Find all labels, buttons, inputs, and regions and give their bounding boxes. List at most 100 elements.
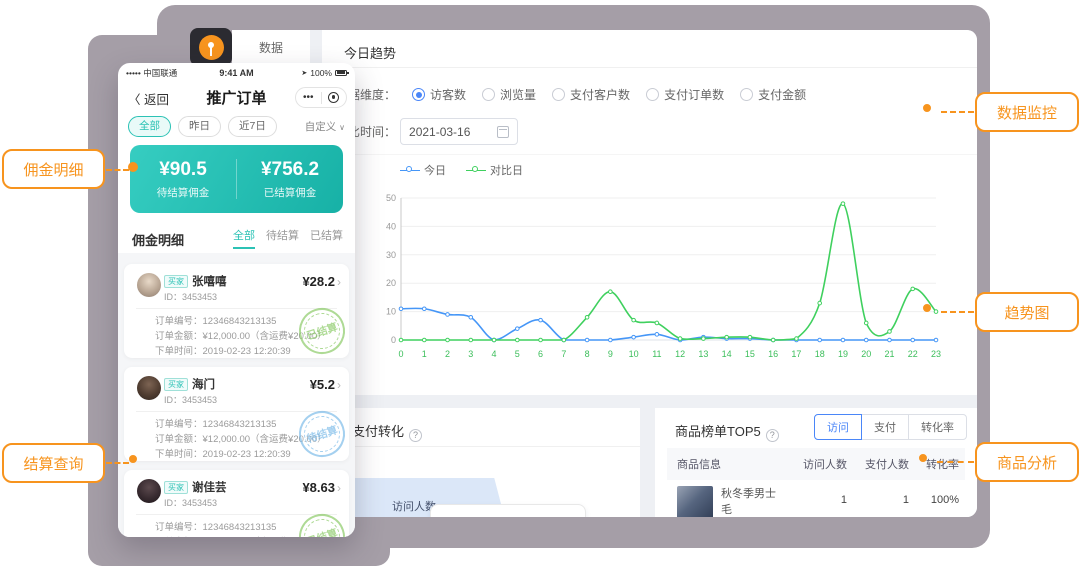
callout-product-analysis: 商品分析 — [975, 442, 1079, 482]
phone-nav-bar: 〈 返回 推广订单 ••• — [118, 83, 355, 111]
close-target-button[interactable] — [322, 92, 347, 103]
buyer-id: ID：3453453 — [164, 290, 217, 303]
settled-label: 已结算佣金 — [264, 185, 317, 200]
svg-text:10: 10 — [629, 349, 639, 359]
trend-chart: 0102030405001234567891011121314151617181… — [375, 188, 950, 371]
more-button[interactable]: ••• — [296, 92, 321, 103]
phone-mockup: ••••• 中国联通 9:41 AM ➤ 100% 〈 返回 推广订单 ••• … — [118, 63, 355, 537]
svg-text:15: 15 — [745, 349, 755, 359]
dimension-radio-pageviews[interactable]: 浏览量 — [482, 86, 536, 103]
svg-text:9: 9 — [608, 349, 613, 359]
svg-text:5: 5 — [515, 349, 520, 359]
callout-dash-line — [106, 462, 129, 464]
payment-funnel-panel: 支付转化? 访问人数 — [322, 408, 640, 517]
svg-text:8: 8 — [585, 349, 590, 359]
tab-settled[interactable]: 已结算 — [310, 227, 343, 249]
app-logo — [190, 28, 232, 66]
commission-list-header: 佣金明细 全部 待结算 已结算 — [132, 227, 343, 249]
svg-text:4: 4 — [492, 349, 497, 359]
svg-text:12: 12 — [675, 349, 685, 359]
legend-marker-icon — [400, 166, 420, 174]
filter-all[interactable]: 全部 — [128, 116, 171, 137]
buyer-name: 张嘻嘻 — [192, 273, 227, 289]
battery-icon — [335, 70, 347, 76]
legend-label: 对比日 — [490, 162, 523, 178]
radio-label: 访客数 — [430, 86, 466, 103]
calendar-icon — [497, 126, 509, 138]
filter-last7[interactable]: 近7日 — [228, 116, 277, 137]
sidebar-item-data[interactable]: 数据 — [232, 30, 310, 65]
settled-commission: ¥756.2 已结算佣金 — [237, 145, 343, 213]
dimension-radio-group: 数据维度： 访客数 浏览量 支付客户数 支付订单数 — [336, 86, 806, 103]
buyer-name: 海门 — [192, 376, 215, 392]
tab-all[interactable]: 全部 — [233, 227, 255, 249]
dimension-radio-paying-customers[interactable]: 支付客户数 — [552, 86, 630, 103]
svg-text:21: 21 — [884, 349, 894, 359]
callout-ring — [923, 104, 931, 112]
callout-dash-line — [941, 311, 974, 313]
svg-text:13: 13 — [698, 349, 708, 359]
legend-item-today[interactable]: 今日 — [400, 162, 446, 178]
svg-text:7: 7 — [561, 349, 566, 359]
svg-text:20: 20 — [386, 278, 396, 288]
top5-title-text: 商品榜单TOP5 — [675, 424, 761, 439]
custom-label: 自定义 — [305, 121, 337, 133]
legend-item-compare[interactable]: 对比日 — [466, 162, 523, 178]
callout-ring — [129, 455, 137, 463]
svg-text:16: 16 — [768, 349, 778, 359]
pending-label: 待结算佣金 — [157, 185, 210, 200]
callout-dash-line — [106, 169, 129, 171]
top5-table-header: 商品信息 访问人数 支付人数 转化率 — [667, 448, 965, 480]
dimension-radio-paid-orders[interactable]: 支付订单数 — [646, 86, 724, 103]
location-arrow-icon: ➤ — [301, 69, 307, 77]
svg-text:11: 11 — [652, 349, 661, 359]
buyer-name: 谢佳芸 — [192, 479, 227, 495]
col-product-info: 商品信息 — [667, 456, 785, 472]
commission-summary-card: ¥90.5 待结算佣金 ¥756.2 已结算佣金 — [130, 145, 343, 213]
svg-text:23: 23 — [931, 349, 941, 359]
order-card[interactable]: 买家 张嘻嘻 ¥28.2› ID：3453453 订单编号：1234684321… — [124, 264, 349, 358]
divider — [136, 308, 337, 309]
callout-ring — [919, 454, 927, 462]
callout-ring — [128, 162, 138, 172]
top5-tab-rate[interactable]: 转化率 — [908, 414, 967, 440]
svg-text:0: 0 — [398, 349, 403, 359]
filter-custom[interactable]: 自定义 ∨ — [305, 119, 345, 134]
svg-text:6: 6 — [538, 349, 543, 359]
pending-amount: ¥90.5 — [159, 159, 207, 181]
top5-tab-visit[interactable]: 访问 — [814, 414, 862, 440]
visits-value: 1 — [785, 486, 847, 517]
legend-marker-icon — [466, 166, 486, 174]
compare-date-input[interactable]: 2021-03-16 — [400, 118, 518, 145]
col-rate: 转化率 — [909, 456, 965, 472]
dimension-radio-visitors[interactable]: 访客数 — [412, 86, 466, 103]
miniprogram-capsule: ••• — [295, 87, 347, 108]
legend-label: 今日 — [424, 162, 446, 178]
list-title: 佣金明细 — [132, 230, 184, 249]
battery-percent: 100% — [310, 68, 332, 78]
filter-yesterday[interactable]: 昨日 — [178, 116, 221, 137]
avatar — [137, 273, 161, 297]
help-icon[interactable]: ? — [409, 429, 422, 442]
table-row[interactable]: 秋冬季男士毛 中长款宽松 1 1 100% — [667, 486, 965, 517]
settled-amount: ¥756.2 — [261, 159, 319, 181]
top5-tab-pay[interactable]: 支付 — [861, 414, 909, 440]
svg-text:1: 1 — [422, 349, 427, 359]
order-card[interactable]: 买家 谢佳芸 ¥8.63› ID：3453453 订单编号：1234684321… — [124, 470, 349, 537]
sidebar-item-label: 数据 — [259, 39, 283, 56]
compare-date-row: 对比时间： 2021-03-16 — [336, 118, 518, 145]
radio-label: 支付客户数 — [570, 86, 630, 103]
help-icon[interactable]: ? — [766, 429, 779, 442]
divider — [322, 67, 977, 68]
funnel-title-text: 支付转化 — [352, 424, 404, 439]
radio-icon — [482, 88, 495, 101]
tab-pending[interactable]: 待结算 — [266, 227, 299, 249]
order-card[interactable]: 买家 海门 ¥5.2› ID：3453453 订单编号：123468432131… — [124, 367, 349, 461]
compare-date-value: 2021-03-16 — [409, 125, 470, 139]
buyer-id: ID：3453453 — [164, 393, 217, 406]
svg-text:0: 0 — [391, 335, 396, 345]
page: 数据 今日趋势 数据维度： 访客数 浏览量 支付客户数 — [0, 0, 1080, 566]
pays-value: 1 — [847, 486, 909, 517]
dimension-radio-paid-amount[interactable]: 支付金额 — [740, 86, 806, 103]
callout-dash-line — [937, 461, 974, 463]
